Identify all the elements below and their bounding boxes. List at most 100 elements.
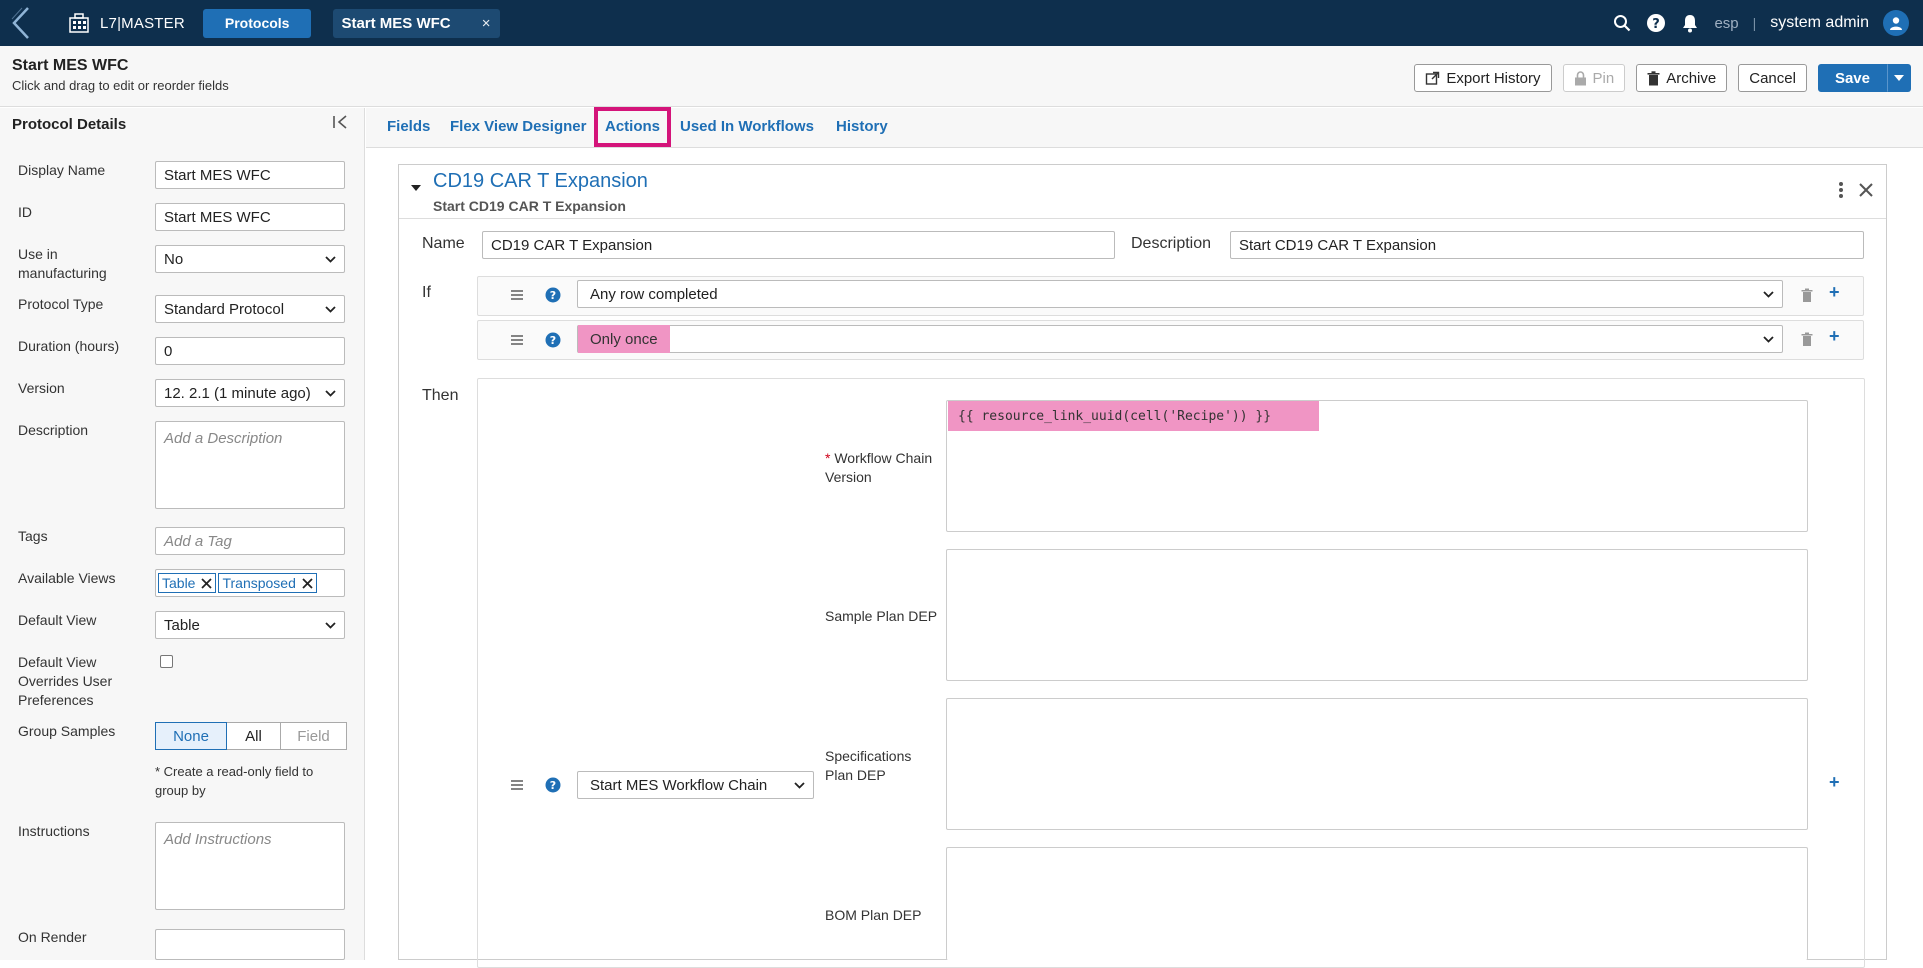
id-label: ID xyxy=(18,204,32,220)
name-input[interactable]: CD19 CAR T Expansion xyxy=(482,231,1115,259)
chevron-down-icon xyxy=(325,305,336,313)
bom-plan-label: BOM Plan DEP xyxy=(825,907,922,923)
chevron-down-icon xyxy=(794,781,805,789)
app-switcher[interactable]: L7|MASTER xyxy=(56,7,197,39)
group-samples-field[interactable]: Field xyxy=(281,722,347,750)
view-chip-label: Transposed xyxy=(222,575,296,591)
tags-input[interactable]: Add a Tag xyxy=(155,527,345,555)
version-value: 12. 2.1 (1 minute ago) xyxy=(164,384,311,402)
display-name-label: Display Name xyxy=(18,162,106,178)
protocols-nav-button[interactable]: Protocols xyxy=(202,8,312,38)
on-render-label: On Render xyxy=(18,929,87,945)
nav-divider: | xyxy=(1752,15,1757,31)
add-condition-icon[interactable]: + xyxy=(1829,282,1840,303)
collapse-caret-icon[interactable] xyxy=(411,185,421,191)
instructions-textarea[interactable]: Add Instructions xyxy=(155,822,345,910)
open-tab-start-mes-wfc[interactable]: Start MES WFC × xyxy=(333,8,501,38)
condition-select-1[interactable]: Any row completed xyxy=(577,280,1783,308)
condition-select-2[interactable]: Only once xyxy=(577,325,1783,353)
group-note: * Create a read-only field to group by xyxy=(155,764,314,798)
group-samples-none[interactable]: None xyxy=(155,722,227,750)
specifications-plan-label: Specifications Plan DEP xyxy=(825,748,912,783)
use-in-manufacturing-value: No xyxy=(164,250,184,268)
page-title: Start MES WFC xyxy=(12,57,129,74)
drag-handle-icon[interactable] xyxy=(509,287,525,303)
chevron-down-icon xyxy=(1763,290,1774,298)
remove-chip-icon[interactable] xyxy=(201,577,213,589)
close-tab-icon[interactable]: × xyxy=(482,15,491,32)
export-history-button[interactable]: Export History xyxy=(1414,64,1552,92)
default-view-select[interactable]: Table xyxy=(155,611,345,639)
language-switch[interactable]: esp xyxy=(1714,15,1738,32)
top-nav: L7|MASTER Protocols Start MES WFC × ? es… xyxy=(0,0,1923,46)
help-icon[interactable]: ? xyxy=(545,287,561,303)
save-options-dropdown[interactable] xyxy=(1887,64,1911,92)
group-samples-all[interactable]: All xyxy=(227,722,281,750)
description-field-label: Description xyxy=(1131,235,1212,252)
help-icon[interactable]: ? xyxy=(545,332,561,348)
action-subtitle: Start CD19 CAR T Expansion xyxy=(433,198,626,214)
save-button[interactable]: Save xyxy=(1817,64,1887,92)
drag-handle-icon[interactable] xyxy=(509,332,525,348)
user-name[interactable]: system admin xyxy=(1770,14,1869,32)
help-icon[interactable]: ? xyxy=(545,777,561,793)
use-in-manufacturing-label: Use in manufacturing xyxy=(18,246,107,281)
pin-button[interactable]: Pin xyxy=(1562,64,1626,92)
on-render-input[interactable] xyxy=(155,929,345,960)
id-input[interactable]: Start MES WFC xyxy=(155,203,345,231)
chevron-down-icon xyxy=(325,255,336,263)
workflow-chain-version-expression: {{ resource_link_uuid(cell('Recipe')) }} xyxy=(948,401,1319,431)
protocol-type-select[interactable]: Standard Protocol xyxy=(155,295,345,323)
drag-handle-icon[interactable] xyxy=(509,777,525,793)
tab-fields[interactable]: Fields xyxy=(387,118,430,135)
action-card-header[interactable]: CD19 CAR T Expansion Start CD19 CAR T Ex… xyxy=(399,165,1886,219)
protocol-type-label: Protocol Type xyxy=(18,296,104,312)
caret-down-icon xyxy=(1894,75,1904,81)
back-icon[interactable] xyxy=(0,0,42,46)
tab-history[interactable]: History xyxy=(836,118,888,135)
chevron-down-icon xyxy=(325,621,336,629)
search-icon[interactable] xyxy=(1612,13,1632,33)
then-action-select[interactable]: Start MES Workflow Chain xyxy=(577,771,814,799)
specifications-plan-input[interactable] xyxy=(946,698,1808,830)
avatar[interactable] xyxy=(1883,10,1909,36)
cancel-button[interactable]: Cancel xyxy=(1738,64,1807,92)
tab-used-in-workflows[interactable]: Used In Workflows xyxy=(680,118,814,135)
version-select[interactable]: 12. 2.1 (1 minute ago) xyxy=(155,379,345,407)
svg-text:?: ? xyxy=(550,334,556,347)
remove-chip-icon[interactable] xyxy=(302,577,313,589)
instructions-label: Instructions xyxy=(18,823,90,839)
chevron-down-icon xyxy=(1763,335,1774,343)
bell-icon[interactable] xyxy=(1680,13,1700,33)
display-name-input[interactable]: Start MES WFC xyxy=(155,161,345,189)
more-vertical-icon[interactable] xyxy=(1838,181,1844,199)
if-label: If xyxy=(422,284,431,301)
available-views-label: Available Views xyxy=(18,570,116,586)
bom-plan-input[interactable] xyxy=(946,847,1808,960)
close-icon[interactable] xyxy=(1858,182,1874,198)
trash-icon[interactable] xyxy=(1801,332,1813,346)
add-condition-icon[interactable]: + xyxy=(1829,326,1840,347)
available-views-input[interactable]: Table Transposed xyxy=(155,569,345,597)
duration-input[interactable]: 0 xyxy=(155,337,345,365)
description-input[interactable]: Start CD19 CAR T Expansion xyxy=(1230,231,1864,259)
group-samples-toggle: None All Field xyxy=(155,722,347,750)
tab-flex-view-designer[interactable]: Flex View Designer xyxy=(450,118,586,135)
default-view-override-checkbox[interactable] xyxy=(160,655,173,668)
svg-text:?: ? xyxy=(550,289,556,302)
trash-icon[interactable] xyxy=(1801,288,1813,302)
protocol-details-title: Protocol Details xyxy=(12,116,127,133)
sample-plan-input[interactable] xyxy=(946,549,1808,681)
collapse-panel-icon[interactable] xyxy=(332,114,352,134)
add-action-icon[interactable]: + xyxy=(1829,772,1840,793)
workflow-chain-version-text: Workflow Chain Version xyxy=(825,450,933,485)
help-icon[interactable]: ? xyxy=(1646,13,1666,33)
export-history-label: Export History xyxy=(1446,69,1541,87)
use-in-manufacturing-select[interactable]: No xyxy=(155,245,345,273)
then-action-value: Start MES Workflow Chain xyxy=(590,776,768,794)
then-label: Then xyxy=(422,387,459,404)
view-chip-label: Table xyxy=(162,575,196,591)
chevron-down-icon xyxy=(325,389,336,397)
archive-button[interactable]: Archive xyxy=(1636,64,1728,92)
description-textarea[interactable]: Add a Description xyxy=(155,421,345,509)
